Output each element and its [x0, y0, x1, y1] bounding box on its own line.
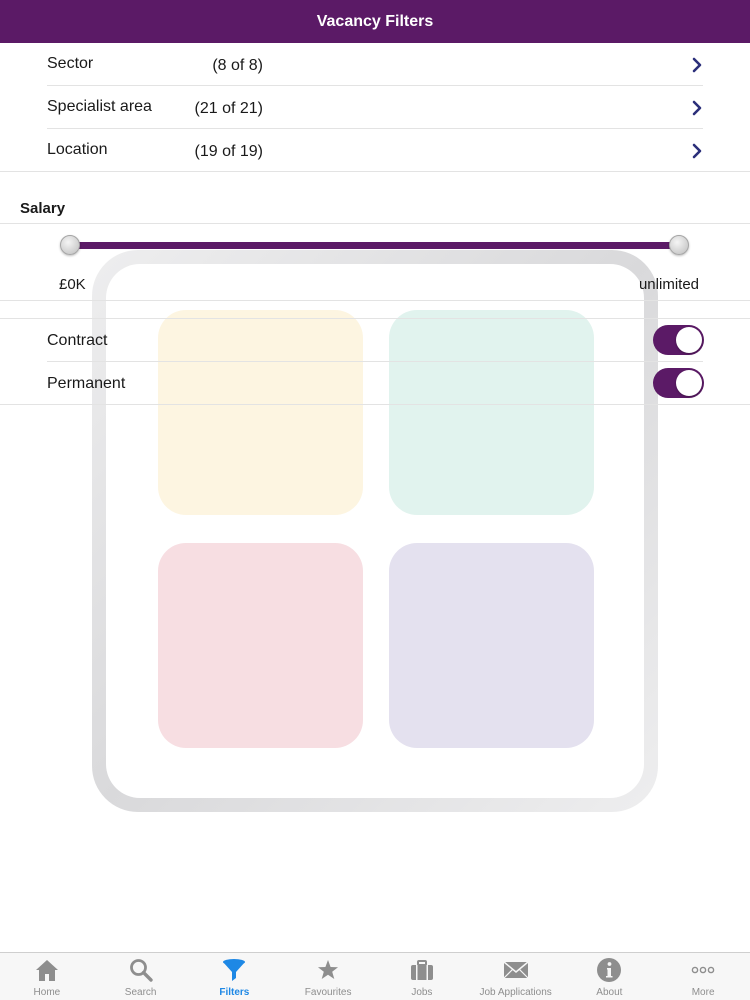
filter-label: Location: [47, 141, 108, 158]
chevron-right-icon: [692, 100, 702, 116]
chevron-right-icon: [692, 143, 702, 159]
more-icon: [691, 966, 715, 974]
tab-label: Favourites: [304, 987, 352, 998]
salary-min-label: £0K: [59, 276, 86, 293]
filter-row-location[interactable]: Location (19 of 19): [0, 129, 750, 172]
contract-label: Contract: [47, 332, 108, 349]
page-title: Vacancy Filters: [316, 12, 434, 30]
tab-about[interactable]: About: [563, 953, 657, 1000]
tab-home[interactable]: Home: [0, 953, 94, 1000]
tab-label: Home: [33, 987, 61, 998]
filter-count: (21 of 21): [194, 100, 263, 117]
search-icon: [129, 959, 153, 982]
tab-bar: Home Search Filters Favourites Jobs Job …: [0, 952, 750, 1000]
info-icon: [597, 958, 622, 982]
app-screen: Vacancy Filters Sector (8 of 8) Speciali…: [0, 0, 750, 1000]
contract-toggle-row: Contract: [0, 319, 750, 362]
slider-min-thumb[interactable]: [60, 235, 80, 255]
tab-label: Job Applications: [479, 987, 552, 998]
filter-count: (19 of 19): [194, 143, 263, 160]
permanent-toggle-row: Permanent: [0, 362, 750, 405]
tab-label: Filters: [219, 987, 250, 998]
tab-filters[interactable]: Filters: [188, 953, 282, 1000]
salary-max-label: unlimited: [638, 276, 699, 293]
home-icon: [35, 960, 58, 981]
tab-label: Search: [124, 987, 157, 998]
contract-toggle[interactable]: [653, 325, 704, 355]
briefcase-icon: [410, 960, 433, 980]
filter-count: (8 of 8): [212, 57, 263, 74]
slider-track[interactable]: [70, 242, 680, 249]
tab-label: More: [691, 987, 715, 998]
tab-favourites[interactable]: Favourites: [281, 953, 375, 1000]
tab-more[interactable]: More: [656, 953, 750, 1000]
row-divider: [0, 404, 750, 405]
tab-search[interactable]: Search: [94, 953, 188, 1000]
tab-jobs[interactable]: Jobs: [375, 953, 469, 1000]
contract-type-list: Contract Permanent: [0, 318, 750, 405]
filter-label: Specialist area: [47, 98, 152, 115]
tab-label: Jobs: [411, 987, 433, 998]
filter-row-sector[interactable]: Sector (8 of 8): [0, 43, 750, 86]
tab-job-applications[interactable]: Job Applications: [469, 953, 563, 1000]
salary-range-slider: £0K unlimited: [0, 223, 750, 301]
star-icon: [318, 960, 339, 979]
filter-row-specialist-area[interactable]: Specialist area (21 of 21): [0, 86, 750, 129]
slider-max-thumb[interactable]: [669, 235, 689, 255]
funnel-icon: [223, 959, 246, 981]
salary-section-title: Salary: [20, 200, 66, 217]
filter-label: Sector: [47, 55, 94, 72]
tab-label: About: [596, 987, 623, 998]
permanent-toggle[interactable]: [653, 368, 704, 398]
filters-content: Sector (8 of 8) Specialist area (21 of 2…: [0, 43, 750, 405]
permanent-label: Permanent: [47, 375, 126, 392]
envelope-icon: [503, 961, 529, 979]
chevron-right-icon: [692, 57, 702, 73]
row-divider: [0, 171, 750, 172]
navigation-bar: Vacancy Filters: [0, 0, 750, 43]
